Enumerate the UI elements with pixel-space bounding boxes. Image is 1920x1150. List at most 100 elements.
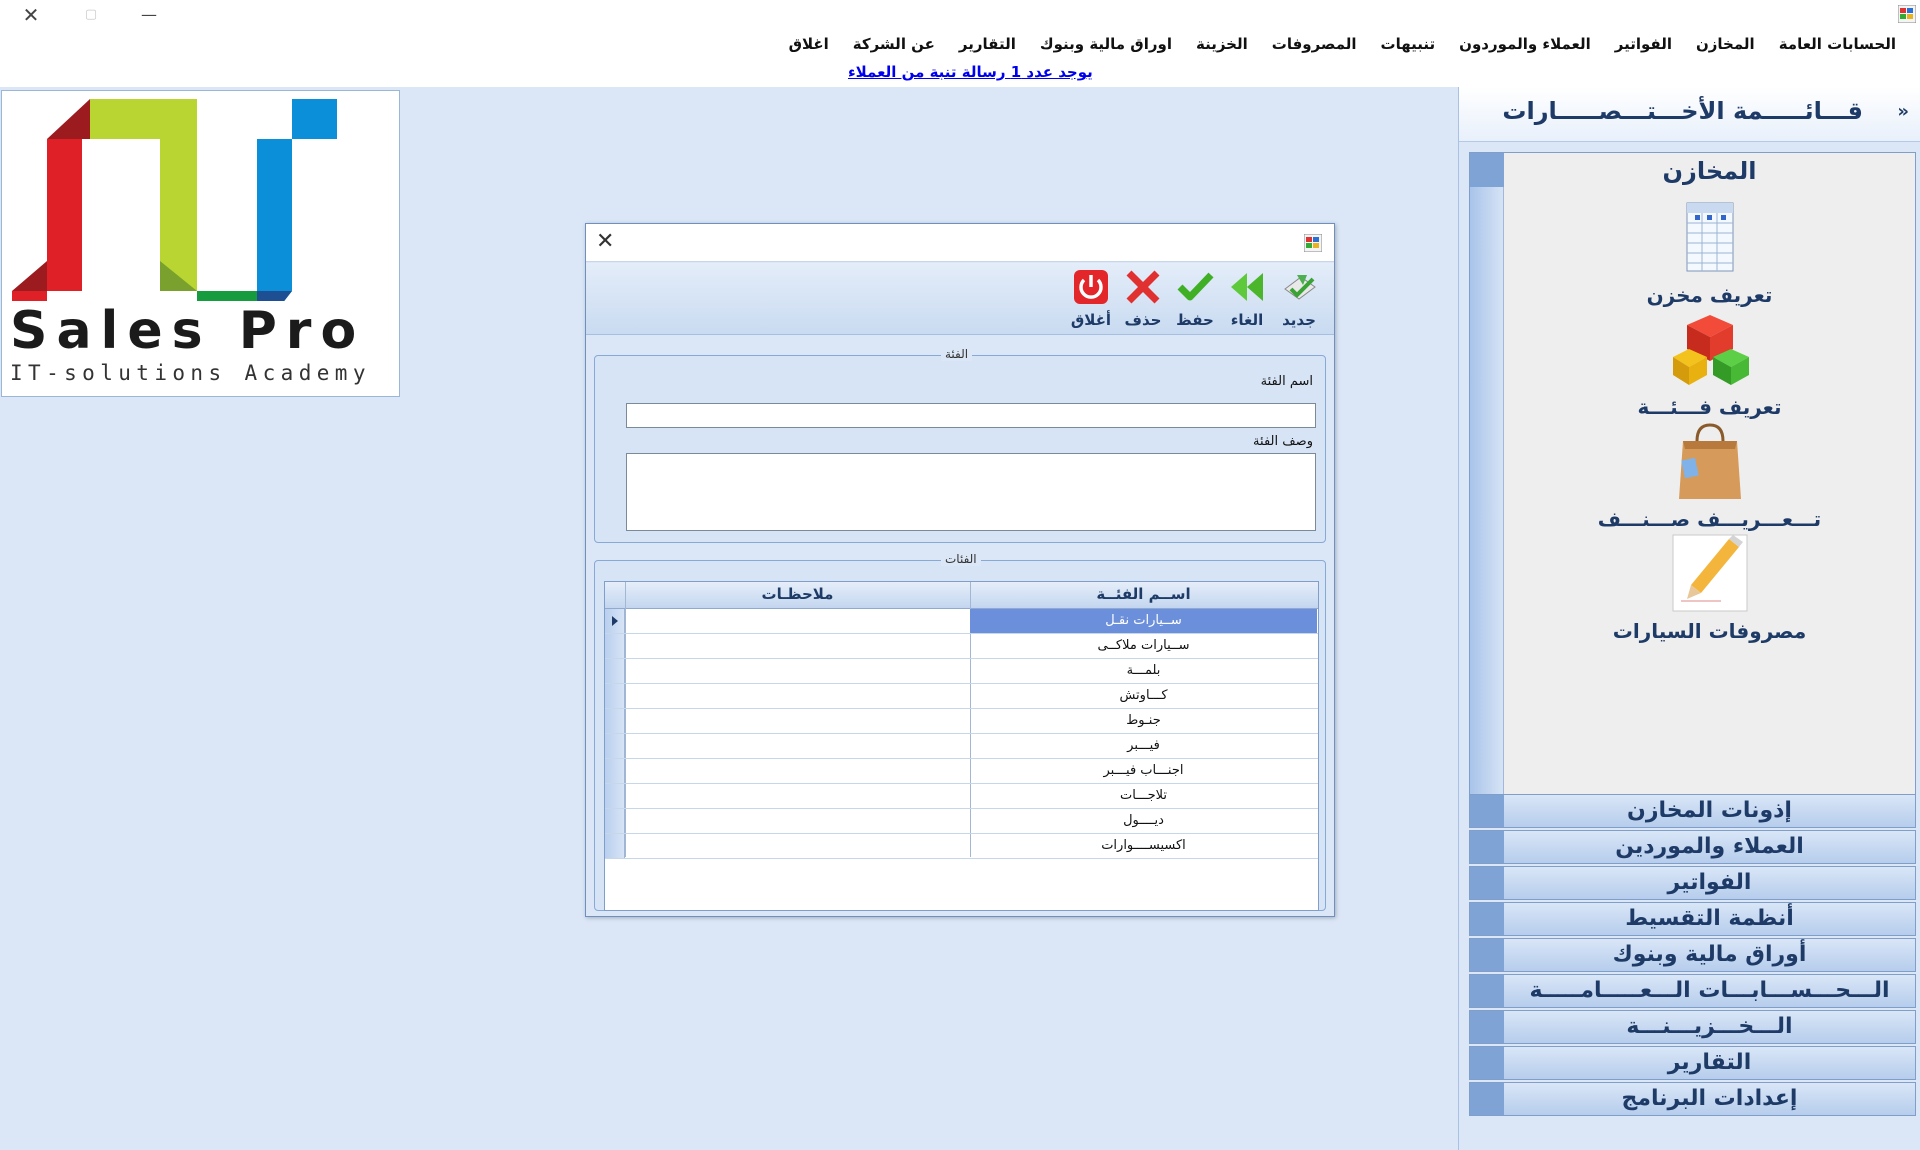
group-general-accounts[interactable]: الـــحـــســـابـــات الـــعـــــامـــــة	[1469, 974, 1916, 1008]
table-row[interactable]: جنـوط	[605, 709, 1318, 734]
row-selector[interactable]	[605, 809, 625, 833]
new-button[interactable]: جديد	[1274, 267, 1324, 329]
menu-stores[interactable]: المخازن	[1684, 35, 1767, 53]
group-store-vouchers[interactable]: إذونات المخازن	[1469, 794, 1916, 828]
table-row[interactable]: كـــاوتش	[605, 684, 1318, 709]
table-row[interactable]: اجنـــاب فيـــبر	[605, 759, 1318, 784]
category-desc-label: وصف الفئة	[1253, 434, 1313, 449]
row-name-cell[interactable]: ديــــول	[970, 809, 1317, 833]
alert-messages-link[interactable]: يوجد عدد 1 رسالة تنبة من العملاء	[848, 63, 1093, 81]
menu-customers-suppliers[interactable]: العملاء والموردون	[1447, 35, 1603, 53]
table-row[interactable]: فيـــبر	[605, 734, 1318, 759]
row-name-cell[interactable]: فيـــبر	[970, 734, 1317, 758]
collapse-panel-icon[interactable]: »	[1897, 101, 1909, 122]
row-name-cell[interactable]: تلاجـــات	[970, 784, 1317, 808]
group-invoices[interactable]: الفواتير	[1469, 866, 1916, 900]
cancel-button-label: الغاء	[1230, 311, 1264, 329]
menu-close[interactable]: اغلاق	[777, 35, 841, 53]
row-name-cell[interactable]: بلمـــة	[970, 659, 1317, 683]
menu-invoices[interactable]: الفواتير	[1603, 35, 1684, 53]
current-row-icon	[612, 616, 618, 626]
shortcut-car-expenses[interactable]: مصروفات السيارات	[1504, 533, 1915, 643]
row-selector[interactable]	[605, 709, 625, 733]
group-general-accounts-label: الـــحـــســـابـــات الـــعـــــامـــــة	[1529, 978, 1890, 1003]
table-row[interactable]: ســيارات ملاكــى	[605, 634, 1318, 659]
group-stores-title[interactable]: المخازن	[1504, 153, 1915, 191]
categories-fieldset: الفئات اســم الفئــة ملاحظـات ســيارات ن…	[594, 552, 1326, 911]
pencil-note-icon	[1672, 534, 1747, 612]
row-selector[interactable]	[605, 634, 625, 658]
new-document-icon	[1284, 275, 1316, 300]
close-button[interactable]: أغلاق	[1066, 267, 1116, 329]
logo-tagline: IT-solutions Academy	[10, 361, 371, 385]
group-strip	[1470, 867, 1504, 899]
notice-bar: يوجد عدد 1 رسالة تنبة من العملاء	[0, 59, 1920, 87]
row-selector[interactable]	[605, 659, 625, 683]
row-selector[interactable]	[605, 834, 625, 858]
spreadsheet-icon	[1686, 202, 1733, 272]
column-header-name[interactable]: اســم الفئــة	[970, 585, 1317, 603]
window-minimize-icon[interactable]: —	[120, 0, 178, 29]
group-papers-banks[interactable]: أوراق مالية وبنوك	[1469, 938, 1916, 972]
delete-button[interactable]: حذف	[1118, 267, 1168, 329]
category-name-input[interactable]	[626, 403, 1316, 428]
menu-treasury[interactable]: الخزينة	[1184, 35, 1260, 53]
column-header-notes[interactable]: ملاحظـات	[625, 585, 970, 603]
group-installments-label: أنظمة التقسيط	[1625, 906, 1794, 931]
table-row[interactable]: ســيارات نقـل	[605, 609, 1318, 634]
group-strip	[1470, 939, 1504, 971]
category-name-label: اسم الفئة	[1260, 374, 1313, 389]
row-name-cell[interactable]: كـــاوتش	[970, 684, 1317, 708]
row-selector[interactable]	[605, 759, 625, 783]
row-name-cell[interactable]: جنـوط	[970, 709, 1317, 733]
window-close-icon[interactable]: ✕	[2, 0, 60, 29]
row-selector[interactable]	[605, 684, 625, 708]
shortcut-define-store[interactable]: تعريف مخزن	[1504, 197, 1915, 307]
group-strip	[1470, 1047, 1504, 1079]
save-button-label: حفظ	[1176, 311, 1214, 329]
shortcut-define-item[interactable]: تـــعـــريـــف صـــنـــف	[1504, 421, 1915, 531]
dialog-titlebar: ✕	[586, 224, 1334, 262]
group-reports[interactable]: التقارير	[1469, 1046, 1916, 1080]
table-row[interactable]: اكسيســــوارات	[605, 834, 1318, 859]
row-name-cell[interactable]: ســيارات ملاكــى	[970, 634, 1317, 658]
row-name-cell[interactable]: اجنـــاب فيـــبر	[970, 759, 1317, 783]
group-strip	[1470, 975, 1504, 1007]
row-name-cell[interactable]: اكسيســــوارات	[970, 834, 1317, 858]
menu-alerts[interactable]: تنبيهات	[1369, 35, 1448, 53]
group-customers-suppliers[interactable]: العملاء والموردين	[1469, 830, 1916, 864]
group-papers-banks-label: أوراق مالية وبنوك	[1612, 942, 1807, 967]
category-desc-input[interactable]	[626, 453, 1316, 531]
app-icon	[1304, 234, 1322, 252]
row-selector[interactable]	[605, 609, 625, 633]
group-treasury-label: الـــخـــزيـــنـــة	[1626, 1014, 1793, 1039]
group-store-vouchers-label: إذونات المخازن	[1627, 798, 1792, 823]
group-treasury[interactable]: الـــخـــزيـــنـــة	[1469, 1010, 1916, 1044]
group-strip	[1470, 831, 1504, 863]
window-maximize-icon[interactable]: ▢	[62, 0, 120, 29]
main-menubar: الحسابات العامة المخازن الفواتير العملاء…	[0, 29, 1920, 59]
group-strip	[1470, 903, 1504, 935]
dialog-close-icon[interactable]: ✕	[596, 229, 614, 254]
menu-general-accounts[interactable]: الحسابات العامة	[1767, 35, 1908, 53]
shortcut-define-category[interactable]: تعريف فـــئـــة	[1504, 309, 1915, 419]
menu-expenses[interactable]: المصروفات	[1260, 35, 1369, 53]
delete-button-label: حذف	[1124, 311, 1162, 329]
menu-papers-banks[interactable]: اوراق مالية وبنوك	[1028, 35, 1184, 53]
row-selector[interactable]	[605, 734, 625, 758]
table-row[interactable]: تلاجـــات	[605, 784, 1318, 809]
menu-reports[interactable]: التقارير	[947, 35, 1028, 53]
category-legend: الفئة	[941, 347, 973, 361]
row-selector[interactable]	[605, 784, 625, 808]
table-row[interactable]: بلمـــة	[605, 659, 1318, 684]
row-name-cell[interactable]: ســيارات نقـل	[970, 609, 1317, 633]
group-settings[interactable]: إعدادات البرنامج	[1469, 1082, 1916, 1116]
save-button[interactable]: حفظ	[1170, 267, 1220, 329]
menu-about[interactable]: عن الشركة	[841, 35, 947, 53]
shortcut-define-category-label: تعريف فـــئـــة	[1637, 395, 1782, 419]
cancel-button[interactable]: الغاء	[1222, 267, 1272, 329]
table-row[interactable]: ديــــول	[605, 809, 1318, 834]
group-installments[interactable]: أنظمة التقسيط	[1469, 902, 1916, 936]
shortcuts-panel: قـــائـــــمة الأخـــتـــصـــــارات » ال…	[1458, 87, 1920, 1150]
shortcuts-title: قـــائـــــمة الأخـــتـــصـــــارات	[1502, 97, 1863, 125]
